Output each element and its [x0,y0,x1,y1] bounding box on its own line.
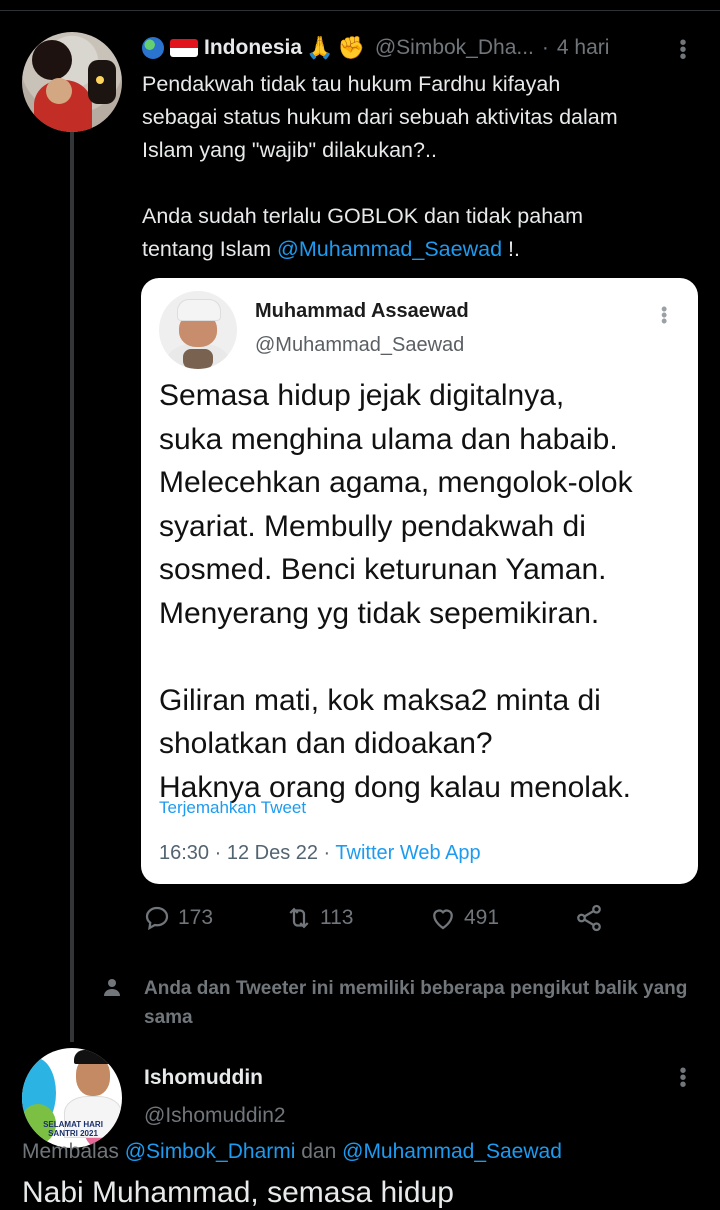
quoted-line: sholatkan dan didoakan? [159,727,493,760]
tweet-blank-line [142,167,702,200]
share-icon [577,904,601,932]
quoted-tweet-meta: 16:30 · 12 Des 22 · Twitter Web App [159,842,481,865]
replying-prefix: Membalas [22,1140,125,1163]
quoted-more-icon[interactable]: • • • [661,300,667,330]
like-count: 491 [464,906,500,929]
globe-icon [142,37,164,59]
retweet-button[interactable]: 113 [284,903,353,933]
reply-text: Nabi Muhammad, semasa hidup [22,1176,454,1209]
quoted-line: Menyerang yg tidak sepemikiran. [159,596,600,630]
fist-icon: ✊ [337,35,365,60]
author-name[interactable]: Indonesia [204,36,302,60]
mutual-followers-notice: Anda dan Tweeter ini memiliki beberapa p… [102,974,712,1032]
tweet-line: Anda sudah terlalu GOBLOK dan tidak paha… [142,204,584,228]
mutual-followers-text: Anda dan Tweeter ini memiliki beberapa p… [144,978,688,1028]
reply-author-handle[interactable]: @Ishomuddin2 [144,1104,286,1128]
tweet-line: Islam yang "wajib" dilakukan?.. [142,138,437,162]
like-icon [433,909,453,930]
separator-dot: · [541,36,549,59]
quoted-line: Semasa hidup jejak digitalnya, [159,379,565,412]
quoted-line: suka menghina ulama dan habaib. [159,422,618,456]
translate-tweet-link[interactable]: Terjemahkan Tweet [159,798,306,818]
avatar-caption: SELAMAT HARI SANTRI 2021 [43,1120,103,1138]
tweet-line-last: tentang Islam @Muhammad_Saewad !. [142,233,702,266]
quoted-timestamp[interactable]: 16:30 · 12 Des 22 · [159,842,335,864]
reply-author-avatar[interactable]: SELAMAT HARI SANTRI 2021 [22,1048,122,1148]
tweet-actions: 173 113 491 [142,903,702,937]
mention-link[interactable]: @Muhammad_Saewad [277,237,502,261]
replying-and: dan [295,1140,343,1163]
top-divider [0,10,720,11]
tweet-text-fragment: tentang Islam [142,237,278,261]
author-handle[interactable]: @Simbok_Dha... [375,36,534,60]
quoted-line: Giliran mati, kok maksa2 minta di [159,683,601,717]
replying-mention-link[interactable]: @Simbok_Dharmi [125,1140,296,1163]
source-app-link[interactable]: Twitter Web App [335,842,480,864]
reply-icon [145,906,169,931]
quoted-author-avatar[interactable] [159,291,237,369]
reply-author-name[interactable]: Ishomuddin [144,1066,263,1090]
quoted-line: Melecehkan agama, mengolok-olok [159,466,633,499]
indonesia-flag-icon [170,39,198,57]
like-button[interactable]: 491 [428,903,499,933]
quoted-blank-line [159,635,689,679]
reply-count: 173 [178,906,214,929]
quoted-author-name[interactable]: Muhammad Assaewad [255,300,469,323]
reply-more-icon[interactable]: • • • [672,1061,694,1095]
tweet-text-fragment: !. [502,237,520,261]
retweet-count: 113 [320,906,354,929]
reply-button[interactable]: 173 [142,903,213,933]
tweet-time[interactable]: 4 hari [557,36,610,60]
replying-to-line: Membalas @Simbok_Dharmi dan @Muhammad_Sa… [22,1140,562,1164]
thread-line [70,132,74,1042]
tweet-header: Indonesia 🙏 ✊ @Simbok_Dha... · 4 hari [142,33,702,63]
quoted-line: syariat. Membully pendakwah di [159,509,586,543]
author-avatar[interactable] [22,32,122,132]
tweet-line: sebagai status hukum dari sebuah aktivit… [142,105,618,129]
quoted-author-handle[interactable]: @Muhammad_Saewad [255,334,464,357]
name-emoji-prefix [142,37,198,59]
person-icon [104,979,120,996]
share-button[interactable] [574,903,604,933]
tweet-text: Pendakwah tidak tau hukum Fardhu kifayah… [142,68,702,266]
more-icon[interactable]: • • • [672,33,694,67]
quoted-tweet-card[interactable]: Muhammad Assaewad @Muhammad_Saewad • • • S… [141,278,698,884]
quoted-tweet-text: Semasa hidup jejak digitalnya, suka meng… [159,374,689,809]
quoted-line: sosmed. Benci keturunan Yaman. [159,553,607,586]
retweet-icon [289,907,309,929]
tweet-line: Pendakwah tidak tau hukum Fardhu kifayah [142,72,561,96]
replying-mention-link[interactable]: @Muhammad_Saewad [342,1140,562,1163]
pray-icon: 🙏 [306,35,334,60]
